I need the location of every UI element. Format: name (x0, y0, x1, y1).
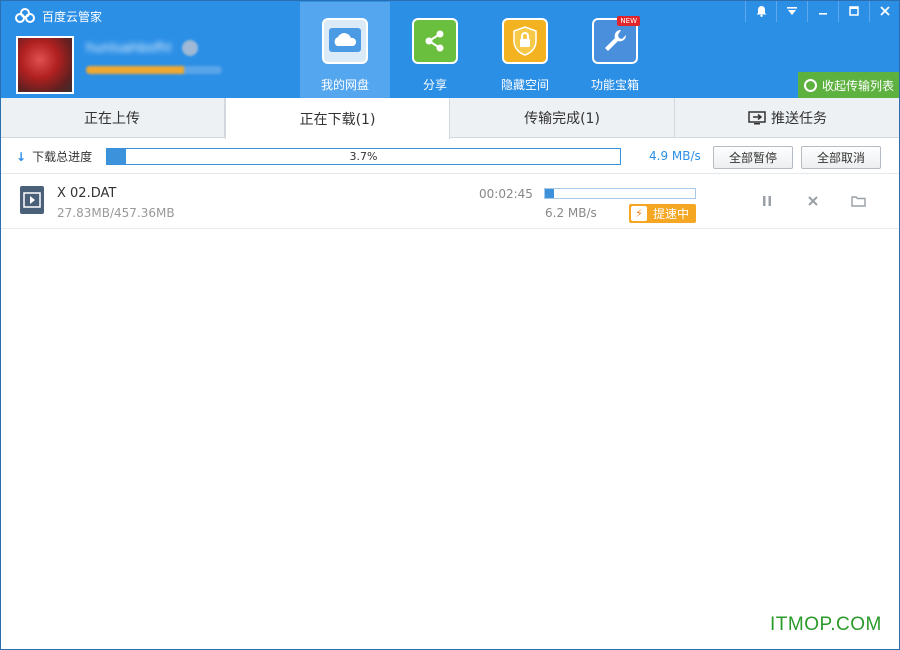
overall-percent: 3.7% (349, 150, 378, 163)
storage-quota-bar (86, 66, 222, 74)
push-icon (748, 110, 766, 124)
transfer-tabs: 正在上传 正在下载(1) 传输完成(1) 推送任务 (0, 98, 900, 139)
cloud-icon (322, 18, 368, 64)
video-file-icon (20, 186, 44, 214)
menu-icon[interactable] (776, 0, 807, 22)
nav-label: 功能宝箱 (590, 78, 639, 92)
username[interactable]: hunluahbofhl (86, 41, 171, 56)
close-icon[interactable] (869, 0, 900, 22)
lightning-icon: ⚡ (631, 206, 647, 221)
overall-progress-bar: 3.7% (106, 148, 621, 165)
overall-label-text: 下载总进度 (32, 150, 93, 164)
tab-push-tasks[interactable]: 推送任务 (675, 98, 900, 138)
tab-uploading[interactable]: 正在上传 (0, 98, 225, 138)
tab-label: 正在上传 (84, 111, 140, 127)
share-icon (412, 18, 458, 64)
time-remaining: 00:02:45 (479, 187, 533, 201)
folder-icon[interactable] (850, 193, 866, 209)
tab-label: 传输完成(1) (524, 111, 600, 127)
tab-label: 正在下载(1) (299, 111, 376, 128)
collapse-label: 收起传输列表 (822, 78, 895, 93)
maximize-icon[interactable] (838, 0, 869, 22)
app-title-text: 百度云管家 (42, 9, 103, 24)
tab-downloading[interactable]: 正在下载(1) (225, 98, 450, 139)
minimize-icon[interactable] (807, 0, 838, 22)
nav-label: 我的网盘 (320, 78, 369, 92)
task-progress-bar (544, 188, 696, 199)
avatar[interactable] (16, 36, 74, 94)
wrench-icon: NEW (592, 16, 640, 64)
pause-icon[interactable] (759, 193, 775, 209)
nav-toolbox[interactable]: NEW 功能宝箱 (570, 2, 660, 98)
window-controls (745, 0, 900, 22)
vip-icon[interactable] (181, 40, 198, 56)
download-task-row[interactable]: X 02.DAT 27.83MB/457.36MB 00:02:45 6.2 M… (0, 174, 900, 229)
tab-label: 推送任务 (771, 111, 827, 127)
cancel-all-button[interactable]: 全部取消 (801, 146, 881, 169)
pause-all-button[interactable]: 全部暂停 (713, 146, 793, 169)
nav-hidden-space[interactable]: 隐藏空间 (480, 2, 570, 98)
new-badge: NEW (617, 16, 640, 26)
boost-label: 提速中 (653, 207, 690, 221)
circle-icon (804, 78, 817, 92)
download-arrow-icon: ↓ (16, 149, 27, 164)
lock-icon (502, 18, 548, 64)
tab-completed[interactable]: 传输完成(1) (450, 98, 675, 138)
collapse-transfer-list-button[interactable]: 收起传输列表 (798, 72, 900, 98)
task-speed: 6.2 MB/s (545, 206, 597, 220)
bell-icon[interactable] (745, 0, 776, 22)
title-bar: 百度云管家 hunluahbofhl 我的网盘 分享 隐藏空间 NEW 功能宝箱… (0, 0, 900, 98)
overall-progress-row: ↓ 下载总进度 3.7% 4.9 MB/s 全部暂停 全部取消 (0, 138, 900, 174)
app-title: 百度云管家 (14, 6, 102, 26)
task-progress-fill (545, 189, 555, 198)
watermark: ITMOP.COM (770, 614, 882, 635)
nav-label: 隐藏空间 (500, 78, 549, 92)
nav-label: 分享 (422, 78, 447, 92)
baidu-cloud-logo-icon (15, 8, 35, 23)
nav-share[interactable]: 分享 (390, 2, 480, 98)
file-name: X 02.DAT (57, 186, 117, 201)
nav-my-disk[interactable]: 我的网盘 (300, 2, 390, 98)
main-nav: 我的网盘 分享 隐藏空间 NEW 功能宝箱 (300, 2, 660, 98)
file-size: 27.83MB/457.36MB (57, 206, 175, 220)
overall-speed: 4.9 MB/s (649, 149, 701, 163)
overall-progress-label: ↓ 下载总进度 (16, 148, 92, 165)
delete-icon[interactable] (805, 193, 821, 209)
user-info: hunluahbofhl (86, 40, 236, 74)
speed-boost-button[interactable]: ⚡ 提速中 (629, 204, 696, 223)
